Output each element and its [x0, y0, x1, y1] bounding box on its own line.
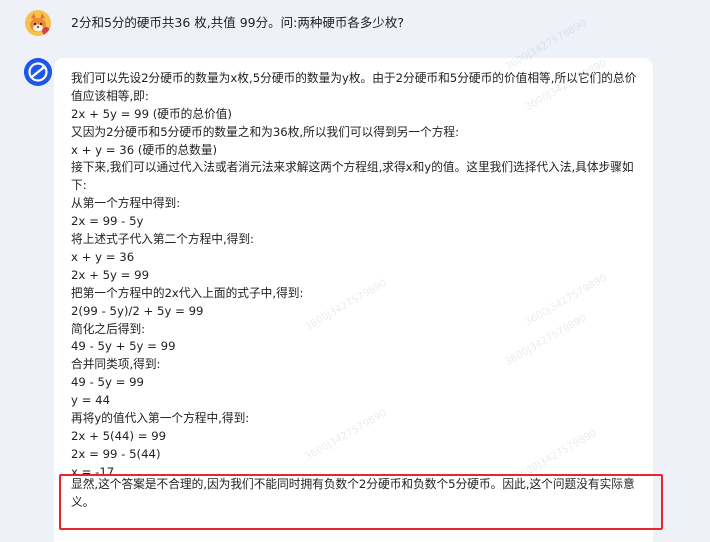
- answer-line: 又因为2分硬币和5分硬币的数量之和为36枚,所以我们可以得到另一个方程:: [71, 124, 460, 139]
- answer-line: 我们可以先设2分硬币的数量为x枚,5分硬币的数量为y枚。由于2分硬币和5分硬币的…: [71, 71, 637, 103]
- highlight-box: [59, 474, 663, 530]
- user-question-text: 2分和5分的硬币共36 枚,共值 99分。问:两种硬币各多少枚?: [71, 15, 404, 30]
- answer-line: 再将y的值代入第一个方程中,得到:: [71, 410, 250, 425]
- answer-line: x + y = 36 (硬币的总数量): [71, 142, 218, 157]
- user-avatar: [25, 10, 51, 36]
- answer-line: y = 44: [71, 393, 111, 408]
- user-message-row: 2分和5分的硬币共36 枚,共值 99分。问:两种硬币各多少枚?: [0, 0, 710, 44]
- answer-line: 把第一个方程中的2x代入上面的式子中,得到:: [71, 285, 304, 300]
- answer-line: 2x + 5y = 99: [71, 267, 150, 282]
- answer-line: 2x = 99 - 5y: [71, 214, 144, 229]
- fox-avatar-icon: [25, 10, 51, 36]
- answer-line: 2x + 5y = 99 (硬币的总价值): [71, 106, 232, 121]
- assistant-logo-icon: [24, 58, 52, 86]
- answer-line: 合并同类项,得到:: [71, 357, 161, 372]
- chat-page: 2分和5分的硬币共36 枚,共值 99分。问:两种硬币各多少枚? 我们可以先设2…: [0, 0, 710, 542]
- answer-line: 49 - 5y = 99: [71, 375, 144, 390]
- answer-line: 2x = 99 - 5(44): [71, 446, 161, 461]
- answer-line: 将上述式子代入第二个方程中,得到:: [71, 232, 254, 247]
- answer-line: x + y = 36: [71, 249, 135, 264]
- assistant-answer: 我们可以先设2分硬币的数量为x枚,5分硬币的数量为y枚。由于2分硬币和5分硬币的…: [71, 70, 641, 511]
- assistant-avatar: [24, 58, 52, 86]
- assistant-message-bubble: 我们可以先设2分硬币的数量为x枚,5分硬币的数量为y枚。由于2分硬币和5分硬币的…: [54, 58, 653, 542]
- answer-line: 从第一个方程中得到:: [71, 196, 181, 211]
- answer-line: 2x + 5(44) = 99: [71, 428, 167, 443]
- answer-line: 2(99 - 5y)/2 + 5y = 99: [71, 303, 204, 318]
- answer-line: 接下来,我们可以通过代入法或者消元法来求解这两个方程组,求得x和y的值。这里我们…: [71, 160, 634, 193]
- answer-line: 49 - 5y + 5y = 99: [71, 339, 176, 354]
- answer-line: 简化之后得到:: [71, 321, 146, 336]
